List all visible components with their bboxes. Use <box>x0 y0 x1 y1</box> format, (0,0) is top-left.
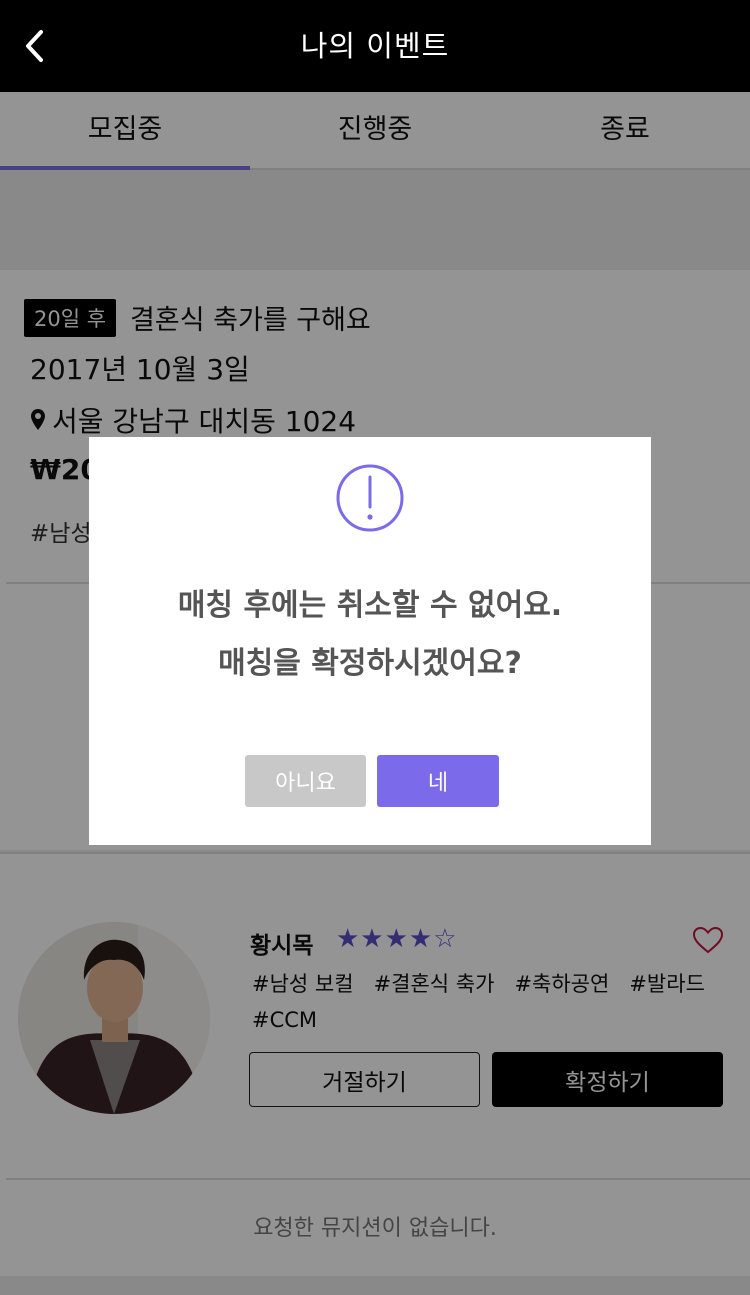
exclamation-circle-icon <box>336 464 404 532</box>
top-bar: 나의 이벤트 <box>0 0 750 92</box>
dialog-message-line2: 매칭을 확정하시겠어요? <box>218 646 522 681</box>
dialog-no-button[interactable]: 아니요 <box>245 755 366 807</box>
page-title: 나의 이벤트 <box>300 29 450 63</box>
dialog-yes-button[interactable]: 네 <box>377 755 499 807</box>
confirm-dialog: 매칭 후에는 취소할 수 없어요. 매칭을 확정하시겠어요? 아니요 네 <box>89 437 651 845</box>
dialog-message: 매칭 후에는 취소할 수 없어요. 매칭을 확정하시겠어요? <box>89 577 651 693</box>
dialog-message-line1: 매칭 후에는 취소할 수 없어요. <box>177 588 563 623</box>
